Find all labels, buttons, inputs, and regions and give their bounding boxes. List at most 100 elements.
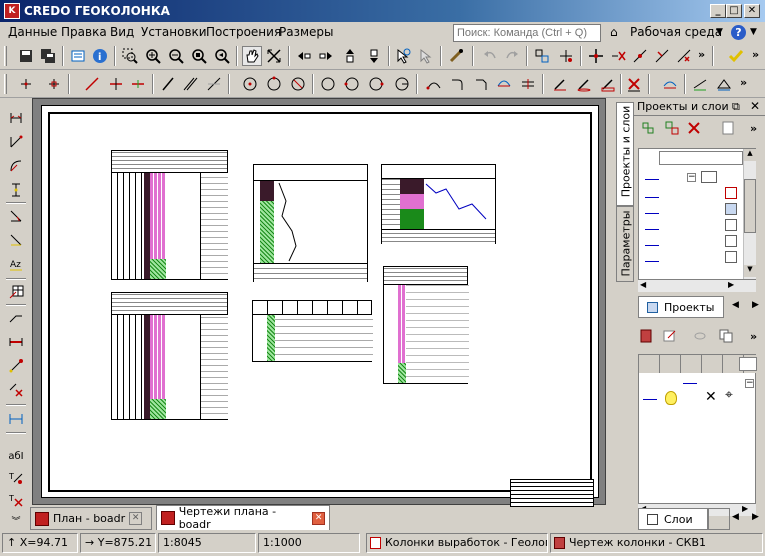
snap-node-icon[interactable] [532, 46, 552, 66]
layers-filter-input[interactable] [739, 357, 757, 371]
delete-icon[interactable] [686, 120, 706, 140]
circle-radius-icon[interactable] [392, 74, 412, 94]
point-snap-icon[interactable] [44, 74, 64, 94]
select-icon[interactable] [393, 46, 413, 66]
workspace-label[interactable]: Рабочая среда [630, 25, 722, 39]
workspace-dropdown-icon[interactable]: ▼ [716, 27, 723, 37]
edit-text-icon[interactable] [550, 74, 570, 94]
sample-table-sheet[interactable] [252, 300, 373, 362]
fit-all-icon[interactable] [264, 46, 284, 66]
menu-constructions[interactable]: Построения [206, 25, 281, 39]
tree-filter-input[interactable] [659, 151, 743, 165]
lower-toolbar-overflow-icon[interactable]: » [750, 330, 757, 343]
zoom-window-icon[interactable] [120, 46, 140, 66]
menu-dimensions[interactable]: Размеры [279, 25, 334, 39]
measure-area-icon[interactable] [714, 74, 734, 94]
doc-tab-close-icon[interactable]: ✕ [312, 511, 325, 525]
dim-angle-icon[interactable] [6, 206, 26, 226]
borehole-column-sheet-1[interactable] [111, 150, 228, 280]
line-bisect-icon[interactable] [204, 74, 224, 94]
azimuth-icon[interactable]: Az [6, 254, 26, 274]
line-tangent-icon[interactable] [128, 74, 148, 94]
arc-icon[interactable] [424, 74, 444, 94]
scroll-down-icon[interactable]: ▼ [744, 265, 756, 277]
scroll-thumb[interactable] [744, 179, 756, 233]
maximize-button[interactable]: □ [726, 4, 742, 18]
status-scale1[interactable]: 1:8045 [158, 533, 256, 553]
menu-edit[interactable]: Правка [61, 25, 107, 39]
new-doc-icon[interactable] [720, 120, 740, 140]
chamfer-icon[interactable] [472, 74, 492, 94]
projects-tree[interactable]: − ▲ ▼ [638, 148, 756, 280]
save-icon[interactable] [16, 46, 36, 66]
edit-text2-icon[interactable] [574, 74, 594, 94]
penetration-chart-sheet[interactable] [253, 164, 368, 283]
layer-book-icon[interactable] [638, 328, 658, 348]
redo-icon[interactable] [502, 46, 522, 66]
panel-close-icon[interactable]: ✕ [750, 99, 760, 113]
scroll-left-icon[interactable]: ◀ [640, 280, 646, 289]
info-icon[interactable]: i [90, 46, 110, 66]
workspace-up-icon[interactable]: ⌂ [610, 25, 618, 39]
doc-tab-close-icon[interactable]: ✕ [129, 512, 143, 525]
vtab-parameters[interactable]: Параметры [616, 206, 634, 282]
hatch-dim-icon[interactable] [6, 332, 26, 352]
tab-projects[interactable]: Проекты [638, 296, 724, 318]
lock-x-icon[interactable]: ✕ [705, 389, 717, 405]
layer-edit-icon[interactable] [662, 328, 682, 348]
tab-extra[interactable] [708, 508, 730, 530]
brush-icon[interactable] [446, 46, 466, 66]
circle-2pt-icon[interactable] [342, 74, 362, 94]
edit-segment-icon[interactable] [652, 46, 672, 66]
scroll-right-icon[interactable]: ▶ [742, 504, 748, 513]
drawing-item-icon[interactable] [725, 219, 737, 231]
status-scale2[interactable]: 1:1000 [258, 533, 360, 553]
menu-view[interactable]: Вид [110, 25, 134, 39]
command-search-input[interactable] [453, 24, 601, 42]
line-icon[interactable] [82, 74, 102, 94]
dim-radius-icon[interactable] [6, 156, 26, 176]
dim-chain-icon[interactable] [6, 408, 26, 428]
line-perpendicular-icon[interactable] [106, 74, 126, 94]
tab-scroll-left-icon[interactable]: ◀ [732, 300, 739, 310]
arc-tangent-icon[interactable] [494, 74, 514, 94]
edit-line-icon[interactable] [630, 46, 650, 66]
drawing-canvas[interactable] [32, 98, 606, 507]
circle-3pt-icon[interactable] [264, 74, 284, 94]
table-icon[interactable] [6, 282, 26, 302]
select-filter-icon[interactable] [416, 46, 436, 66]
status-drawing[interactable]: Чертеж колонки - СКВ1 [550, 533, 763, 553]
visibility-bulb-icon[interactable] [665, 391, 677, 405]
properties-icon[interactable] [68, 46, 88, 66]
break-line-icon[interactable] [674, 46, 694, 66]
move-node-icon[interactable] [6, 356, 26, 376]
menu-data[interactable]: Данные [8, 25, 57, 39]
dim-aligned-icon[interactable] [6, 132, 26, 152]
help-dropdown-icon[interactable]: ▼ [750, 27, 757, 37]
add-project-icon[interactable] [640, 120, 660, 140]
snap-target-icon[interactable]: ⌖ [725, 387, 733, 403]
measure-arc-icon[interactable] [660, 74, 680, 94]
status-layer[interactable]: Колонки выработок - Геология [366, 533, 548, 553]
left-toolbar-overflow-icon[interactable]: ︾ [6, 510, 26, 530]
delete-node-icon[interactable] [6, 380, 26, 400]
layer-collapse-icon[interactable]: − [745, 379, 754, 388]
delete-element-icon[interactable] [624, 74, 644, 94]
delete-point-icon[interactable] [608, 46, 628, 66]
drawing-item-icon[interactable] [725, 251, 737, 263]
circle-line-icon[interactable] [366, 74, 386, 94]
layer-copy-icon[interactable] [718, 328, 738, 348]
circle-tangent-icon[interactable] [288, 74, 308, 94]
circle-center-icon[interactable] [240, 74, 260, 94]
text-delete-icon[interactable]: T [6, 490, 26, 510]
menu-settings[interactable]: Установки [141, 25, 207, 39]
tree-hscrollbar[interactable]: ◀ ▶ [638, 280, 756, 292]
undo-icon[interactable] [480, 46, 500, 66]
panel-float-icon[interactable]: ⧉ [732, 100, 740, 114]
layers-tree[interactable]: − ✕ ⌖ [638, 354, 757, 504]
drawing-item-icon[interactable] [725, 187, 737, 199]
tree-collapse-icon[interactable]: − [687, 173, 696, 182]
borehole-column-sheet-3[interactable] [383, 266, 469, 384]
tab-scroll-right-icon[interactable]: ▶ [752, 300, 759, 310]
dim-angle2-icon[interactable] [6, 230, 26, 250]
